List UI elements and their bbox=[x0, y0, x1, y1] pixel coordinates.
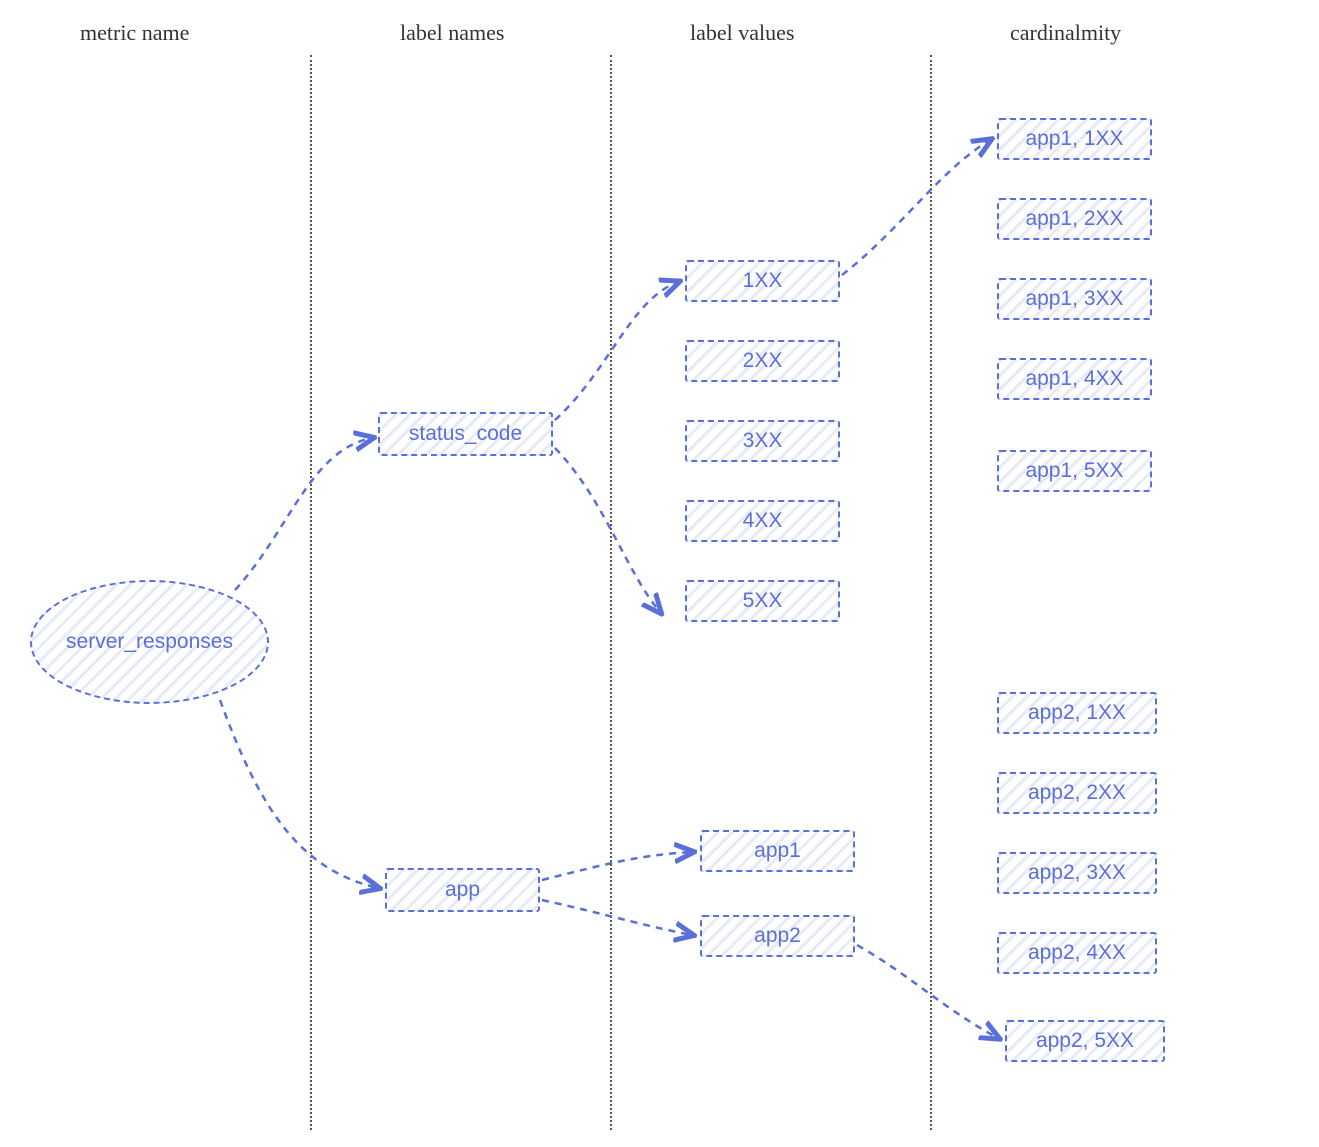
label-value-app2: app2 bbox=[700, 915, 855, 957]
cardinality-app1-1xx-text: app1, 1XX bbox=[1025, 127, 1123, 151]
cardinality-app2-5xx-text: app2, 5XX bbox=[1036, 1029, 1134, 1053]
diagram-canvas: metric name label names label values car… bbox=[0, 0, 1319, 1147]
column-header-label-values: label values bbox=[690, 20, 794, 46]
label-value-2xx-text: 2XX bbox=[743, 349, 783, 373]
label-name-app: app bbox=[385, 868, 540, 912]
cardinality-app1-2xx: app1, 2XX bbox=[997, 198, 1152, 240]
label-value-4xx-text: 4XX bbox=[743, 509, 783, 533]
column-header-cardinality: cardinalmity bbox=[1010, 20, 1121, 46]
cardinality-app2-1xx-text: app2, 1XX bbox=[1028, 701, 1126, 725]
label-value-app1-text: app1 bbox=[754, 839, 801, 863]
arrows-layer bbox=[0, 0, 1319, 1147]
label-value-4xx: 4XX bbox=[685, 500, 840, 542]
label-value-3xx-text: 3XX bbox=[743, 429, 783, 453]
cardinality-app1-1xx: app1, 1XX bbox=[997, 118, 1152, 160]
label-name-status-code: status_code bbox=[378, 412, 553, 456]
cardinality-app1-4xx: app1, 4XX bbox=[997, 358, 1152, 400]
cardinality-app2-4xx: app2, 4XX bbox=[997, 932, 1157, 974]
metric-node: server_responses bbox=[30, 580, 269, 704]
label-value-1xx-text: 1XX bbox=[743, 269, 783, 293]
divider-3 bbox=[930, 55, 932, 1130]
label-value-3xx: 3XX bbox=[685, 420, 840, 462]
label-value-5xx-text: 5XX bbox=[743, 589, 783, 613]
divider-1 bbox=[310, 55, 312, 1130]
cardinality-app2-1xx: app2, 1XX bbox=[997, 692, 1157, 734]
cardinality-app2-2xx-text: app2, 2XX bbox=[1028, 781, 1126, 805]
cardinality-app2-2xx: app2, 2XX bbox=[997, 772, 1157, 814]
cardinality-app2-3xx-text: app2, 3XX bbox=[1028, 861, 1126, 885]
label-value-2xx: 2XX bbox=[685, 340, 840, 382]
label-value-5xx: 5XX bbox=[685, 580, 840, 622]
divider-2 bbox=[610, 55, 612, 1130]
cardinality-app2-3xx: app2, 3XX bbox=[997, 852, 1157, 894]
metric-label: server_responses bbox=[66, 630, 233, 654]
cardinality-app1-3xx: app1, 3XX bbox=[997, 278, 1152, 320]
column-header-label-names: label names bbox=[400, 20, 504, 46]
label-name-app-text: app bbox=[445, 878, 480, 902]
label-value-app1: app1 bbox=[700, 830, 855, 872]
cardinality-app2-5xx: app2, 5XX bbox=[1005, 1020, 1165, 1062]
label-name-status-code-text: status_code bbox=[409, 422, 522, 446]
label-value-app2-text: app2 bbox=[754, 924, 801, 948]
cardinality-app1-4xx-text: app1, 4XX bbox=[1025, 367, 1123, 391]
label-value-1xx: 1XX bbox=[685, 260, 840, 302]
cardinality-app1-5xx: app1, 5XX bbox=[997, 450, 1152, 492]
cardinality-app1-2xx-text: app1, 2XX bbox=[1025, 207, 1123, 231]
cardinality-app1-3xx-text: app1, 3XX bbox=[1025, 287, 1123, 311]
cardinality-app1-5xx-text: app1, 5XX bbox=[1025, 459, 1123, 483]
column-header-metric: metric name bbox=[80, 20, 189, 46]
cardinality-app2-4xx-text: app2, 4XX bbox=[1028, 941, 1126, 965]
